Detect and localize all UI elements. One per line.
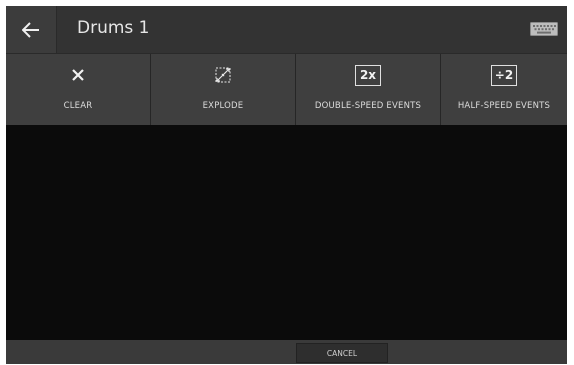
back-button[interactable] [6,6,56,53]
double-speed-events-button[interactable]: 2x DOUBLE-SPEED EVENTS [296,54,441,125]
explode-button[interactable]: EXPLODE [151,54,296,125]
explode-label: EXPLODE [202,101,244,111]
double-speed-icon-text: 2x [359,68,377,82]
half-speed-icon-text: ÷2 [494,68,514,82]
clear-button[interactable]: CLEAR [6,54,151,125]
sequence-name: Drums 1 [77,18,150,38]
double-speed-icon: 2x [355,64,381,86]
explode-icon [215,67,231,83]
cancel-button[interactable]: CANCEL [296,343,388,363]
keyboard-icon [530,22,558,36]
half-speed-icon: ÷2 [491,64,517,86]
half-speed-events-button[interactable]: ÷2 HALF-SPEED EVENTS [441,54,567,125]
double-speed-events-label: DOUBLE-SPEED EVENTS [314,101,422,111]
close-icon [72,69,84,81]
half-speed-events-label: HALF-SPEED EVENTS [457,101,551,111]
sequence-name-field[interactable]: Drums 1 [56,6,567,53]
event-area [6,125,567,340]
clear-label: CLEAR [63,101,93,111]
bottom-bar: CANCEL [6,340,567,364]
keyboard-button[interactable] [527,16,561,42]
tool-bar: CLEAR EXPLODE 2x DOUBLE-SPEED EVENTS ÷2 … [6,54,567,125]
title-bar: Drums 1 [6,6,567,54]
arrow-left-icon [22,21,39,38]
app-window: Drums 1 CLEAR EXPLODE 2x DOUBLE-SPEED EV… [6,6,567,364]
